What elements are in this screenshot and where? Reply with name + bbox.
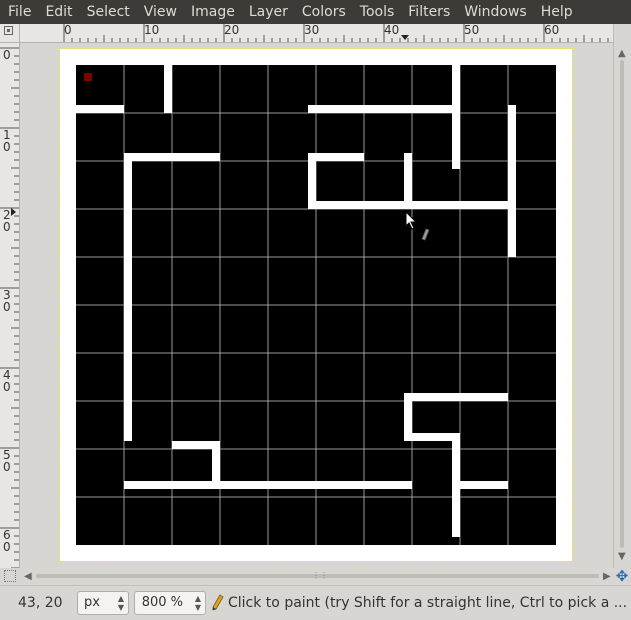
zoom-value: 800 % — [141, 595, 183, 610]
quick-mask-corner[interactable] — [0, 24, 20, 43]
h-ruler-pointer-icon — [401, 35, 409, 40]
maze-wall — [164, 65, 172, 113]
vertical-ruler[interactable]: 0 1 0 2 0 3 0 4 0 5 0 6 0 — [0, 43, 20, 568]
scroll-right-icon[interactable]: ▶ — [603, 568, 611, 585]
zoom-spin-icon: ▲ ▼ — [194, 594, 201, 612]
maze-wall — [124, 153, 220, 161]
menu-select[interactable]: Select — [80, 0, 137, 24]
menu-tools[interactable]: Tools — [353, 0, 402, 24]
scroll-up-icon[interactable]: ▲ — [618, 48, 626, 59]
zoom-selector[interactable]: 800 % ▲ ▼ — [134, 591, 206, 615]
maze-wall — [308, 153, 364, 161]
maze-wall — [76, 105, 124, 113]
status-bar: 43, 20 px ▲ ▼ 800 % ▲ ▼ Click to paint (tr… — [0, 585, 631, 620]
unit-spin-icon: ▲ ▼ — [117, 594, 124, 612]
menu-view[interactable]: View — [137, 0, 184, 24]
navigate-icon[interactable]: ✥ — [613, 568, 631, 585]
maze-wall — [308, 201, 516, 209]
unit-selector[interactable]: px ▲ ▼ — [77, 591, 129, 615]
menu-layer[interactable]: Layer — [242, 0, 295, 24]
menu-windows[interactable]: Windows — [457, 0, 534, 24]
maze-wall — [124, 153, 132, 441]
menu-edit[interactable]: Edit — [38, 0, 79, 24]
maze-wall — [452, 481, 508, 489]
horizontal-scrollbar[interactable]: ◀ ⋮⋮ ▶ ✥ — [0, 568, 631, 585]
maze-drawing — [60, 49, 572, 561]
scroll-left-icon[interactable]: ◀ — [24, 568, 32, 585]
horizontal-ruler[interactable]: 0 10 20 30 40 50 60 — [20, 24, 613, 43]
menu-image[interactable]: Image — [184, 0, 242, 24]
menu-help[interactable]: Help — [534, 0, 580, 24]
quick-mask-toggle-icon[interactable] — [4, 570, 16, 582]
unit-value: px — [84, 595, 100, 610]
painted-pixel — [84, 73, 92, 81]
image-canvas[interactable] — [20, 43, 613, 568]
status-message: Click to paint (try Shift for a straight… — [228, 595, 628, 611]
scroll-down-icon[interactable]: ▼ — [618, 551, 626, 562]
maze-wall — [308, 153, 316, 209]
menu-bar: File Edit Select View Image Layer Colors… — [0, 0, 631, 24]
menu-filters[interactable]: Filters — [401, 0, 457, 24]
corner-menu-icon — [4, 26, 13, 35]
vertical-scroll-track[interactable] — [620, 60, 624, 548]
maze-wall — [124, 481, 412, 489]
v-ruler-pointer-icon — [11, 208, 16, 216]
maze-wall — [452, 65, 460, 169]
maze-wall — [404, 393, 508, 401]
maze-wall — [508, 105, 516, 257]
maze-wall — [404, 433, 452, 441]
vertical-scrollbar[interactable]: ▲ ▼ — [613, 24, 631, 568]
maze-wall — [308, 105, 452, 113]
image-layer[interactable] — [59, 48, 573, 562]
menu-file[interactable]: File — [0, 0, 38, 24]
menu-colors[interactable]: Colors — [295, 0, 353, 24]
pointer-coordinates: 43, 20 — [18, 595, 63, 611]
maze-wall — [404, 153, 412, 209]
pencil-icon — [212, 594, 224, 611]
scroll-grip-icon[interactable]: ⋮⋮ — [312, 572, 328, 580]
